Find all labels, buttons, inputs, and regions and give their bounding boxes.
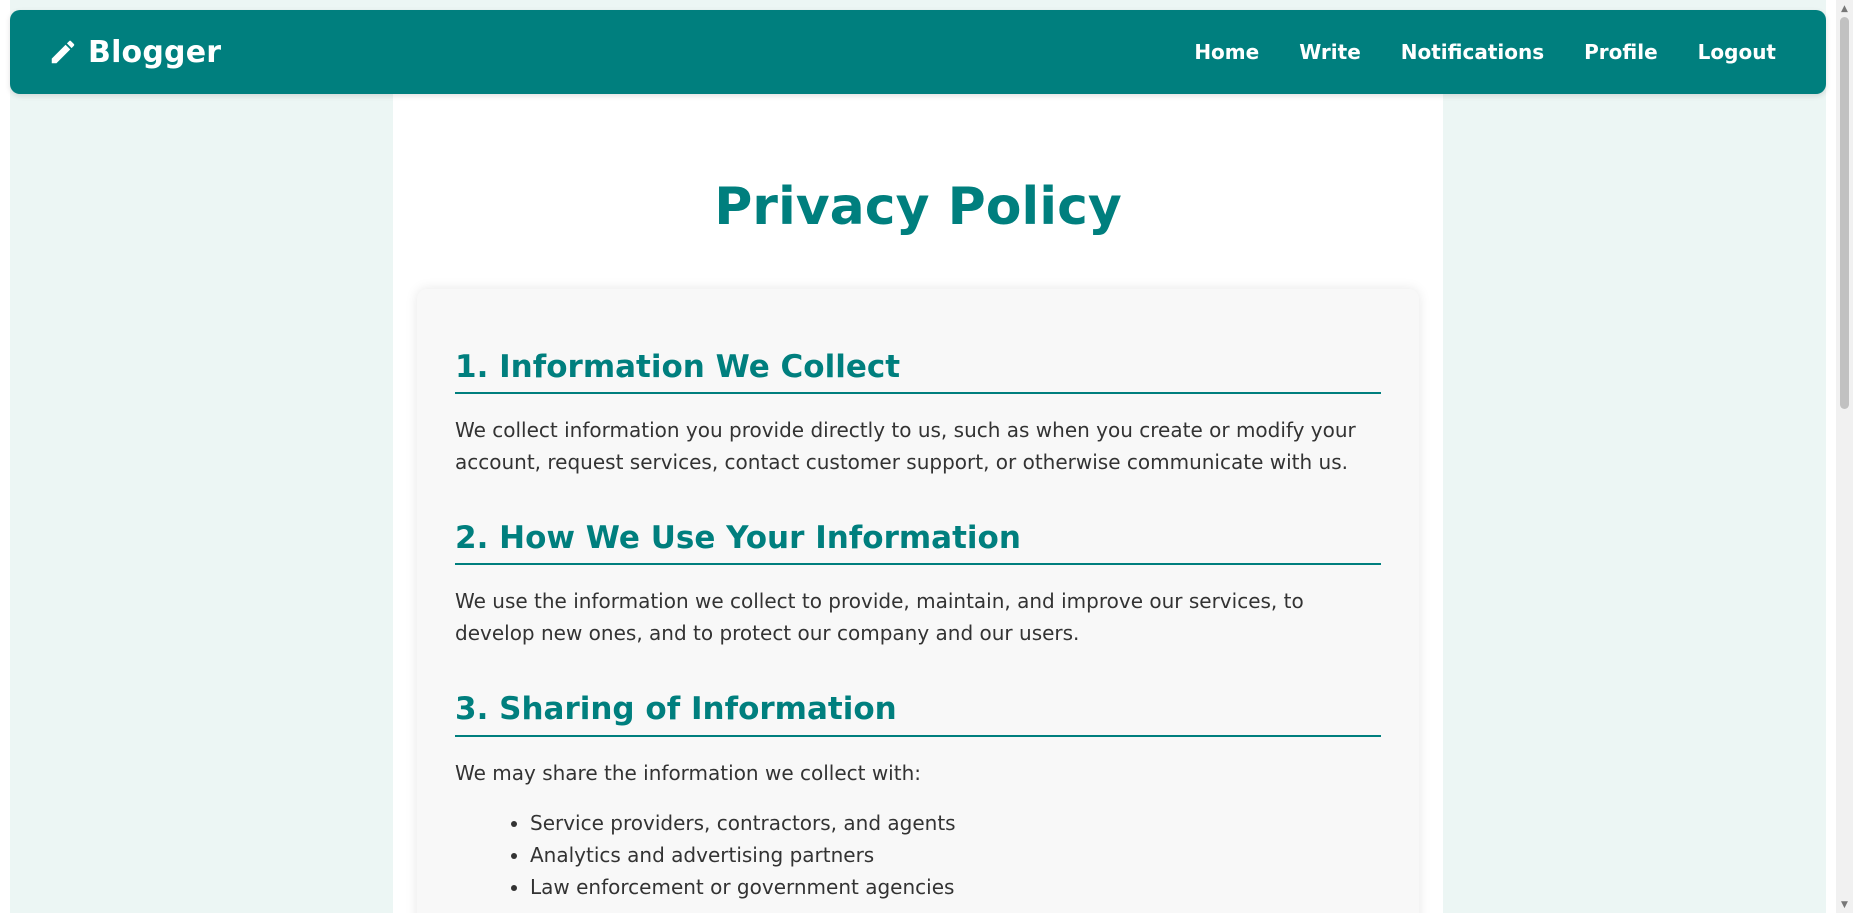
pencil-icon [51, 40, 75, 64]
nav-logout-link[interactable]: Logout [1698, 40, 1776, 64]
scrollbar-thumb[interactable] [1840, 17, 1849, 409]
list-item: Service providers, contractors, and agen… [530, 807, 1381, 839]
sharing-list: Service providers, contractors, and agen… [455, 807, 1381, 903]
list-item: Law enforcement or government agencies [530, 871, 1381, 903]
policy-section-use-information: 2. How We Use Your Information We use th… [455, 520, 1381, 649]
list-item: Analytics and advertising partners [530, 839, 1381, 871]
section-heading: 2. How We Use Your Information [455, 520, 1381, 566]
nav-links: Home Write Notifications Profile Logout [1154, 10, 1776, 94]
scroll-up-arrow-icon[interactable]: ▲ [1836, 0, 1853, 17]
brand-name: Blogger [88, 34, 222, 70]
section-heading: 1. Information We Collect [455, 349, 1381, 395]
section-heading: 3. Sharing of Information [455, 691, 1381, 737]
nav-home-link[interactable]: Home [1194, 40, 1259, 64]
vertical-scrollbar[interactable]: ▲ ▼ [1836, 0, 1853, 913]
section-text: We collect information you provide direc… [455, 418, 1356, 475]
page-title: Privacy Policy [714, 177, 1122, 237]
nav-profile-link[interactable]: Profile [1584, 40, 1658, 64]
nav-write-link[interactable]: Write [1299, 40, 1361, 64]
section-text: We may share the information we collect … [455, 760, 921, 785]
brand-link[interactable]: Blogger [48, 10, 221, 94]
main-content: Privacy Policy 1. Information We Collect… [393, 94, 1443, 913]
policy-card: 1. Information We Collect We collect inf… [417, 289, 1419, 913]
policy-section-information-collect: 1. Information We Collect We collect inf… [455, 349, 1381, 478]
section-text: We use the information we collect to pro… [455, 589, 1304, 646]
policy-section-sharing: 3. Sharing of Information We may share t… [455, 691, 1381, 902]
browser-viewport: Blogger Home Write Notifications Profile… [0, 0, 1853, 913]
top-navbar: Blogger Home Write Notifications Profile… [10, 10, 1826, 94]
nav-notifications-link[interactable]: Notifications [1401, 40, 1544, 64]
scroll-down-arrow-icon[interactable]: ▼ [1836, 896, 1853, 913]
